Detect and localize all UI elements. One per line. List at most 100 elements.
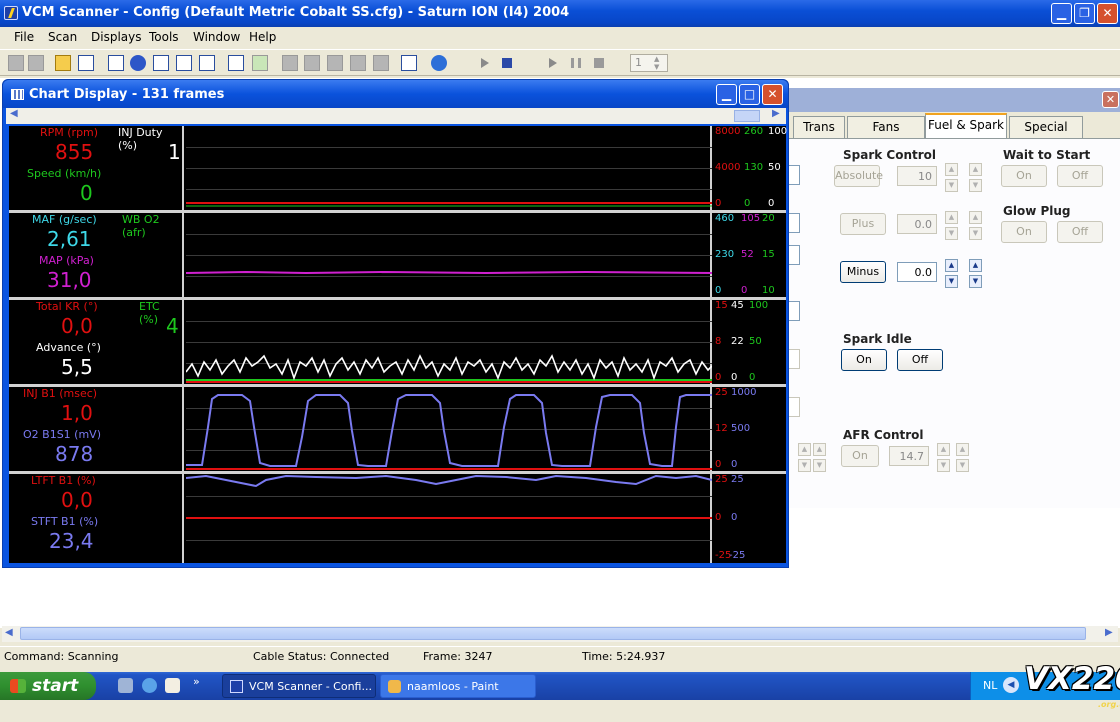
playback-icon[interactable] — [549, 58, 557, 68]
minus-down-spin[interactable]: ▼ — [945, 275, 958, 288]
chart-minimize-button[interactable]: ▁ — [716, 84, 737, 105]
partial-down-spin[interactable]: ▼ — [798, 459, 811, 472]
config-icon[interactable] — [401, 55, 417, 71]
open-disabled-icon[interactable] — [304, 55, 320, 71]
chart-horizontal-scrollbar[interactable]: ◀ ▶ — [6, 108, 786, 124]
absolute-value-field[interactable]: 10 — [897, 166, 937, 186]
document-icon[interactable] — [350, 55, 366, 71]
plus-value-field[interactable]: 0.0 — [897, 214, 937, 234]
stop-icon[interactable] — [502, 58, 512, 68]
language-indicator[interactable]: NL — [983, 679, 997, 692]
partial-field[interactable] — [789, 349, 800, 369]
absolute-up-spin-2[interactable]: ▲ — [969, 163, 982, 176]
dashboard-icon[interactable] — [199, 55, 215, 71]
absolute-down-spin-2[interactable]: ▼ — [969, 179, 982, 192]
afr-down-spin-2[interactable]: ▼ — [956, 459, 969, 472]
scroll-right-icon[interactable]: ▶ — [772, 108, 780, 119]
menu-help[interactable]: Help — [249, 30, 276, 44]
plus-button[interactable]: Plus — [840, 213, 886, 235]
play-icon[interactable] — [481, 58, 489, 68]
task-vcm-scanner[interactable]: VCM Scanner - Confi... — [222, 674, 376, 698]
config-close-button[interactable]: ✕ — [1102, 91, 1119, 108]
menu-file[interactable]: File — [14, 30, 34, 44]
task-paint[interactable]: naamloos - Paint — [380, 674, 536, 698]
tab-fuel-spark[interactable]: Fuel & Spark — [925, 113, 1007, 139]
plus-down-spin[interactable]: ▼ — [945, 227, 958, 240]
minus-up-spin-2[interactable]: ▲ — [969, 259, 982, 272]
partial-field[interactable] — [789, 301, 800, 321]
show-desktop-icon[interactable] — [118, 678, 133, 693]
tab-special[interactable]: Special — [1009, 116, 1083, 138]
gauge-icon[interactable] — [130, 55, 146, 71]
chart-close-button[interactable]: ✕ — [762, 84, 783, 105]
frame-counter-spinner[interactable]: ▲ ▼ — [654, 55, 659, 71]
plus-down-spin-2[interactable]: ▼ — [969, 227, 982, 240]
absolute-button[interactable]: Absolute — [834, 165, 883, 187]
scroll-right-icon[interactable]: ▶ — [1105, 627, 1113, 638]
partial-field[interactable] — [789, 165, 800, 185]
tool-1-icon[interactable] — [282, 55, 298, 71]
plus-up-spin[interactable]: ▲ — [945, 211, 958, 224]
open-folder-icon[interactable] — [55, 55, 71, 71]
spark-idle-off-button[interactable]: Off — [897, 349, 943, 371]
partial-field[interactable] — [789, 213, 800, 233]
quicklaunch-expand-icon[interactable]: » — [193, 675, 200, 688]
minus-value-field[interactable]: 0.0 — [897, 262, 937, 282]
tab-fans[interactable]: Fans — [847, 116, 925, 138]
absolute-down-spin[interactable]: ▼ — [945, 179, 958, 192]
afr-value-field[interactable]: 14.7 — [889, 446, 929, 466]
vehicle-icon[interactable] — [228, 55, 244, 71]
afr-up-spin[interactable]: ▲ — [937, 443, 950, 456]
partial-up-spin[interactable]: ▲ — [798, 443, 811, 456]
frame-counter-input[interactable]: 1 — [630, 54, 668, 72]
scale-label: 52 — [741, 249, 754, 260]
glow-off-button[interactable]: Off — [1057, 221, 1103, 243]
minus-down-spin-2[interactable]: ▼ — [969, 275, 982, 288]
copy-icon[interactable] — [373, 55, 389, 71]
menu-window[interactable]: Window — [193, 30, 240, 44]
minus-up-spin[interactable]: ▲ — [945, 259, 958, 272]
start-button[interactable]: start — [0, 672, 96, 700]
chart-icon[interactable] — [153, 55, 169, 71]
menu-displays[interactable]: Displays — [91, 30, 141, 44]
partial-down-spin-2[interactable]: ▼ — [813, 459, 826, 472]
save-disabled-icon[interactable] — [327, 55, 343, 71]
afr-down-spin[interactable]: ▼ — [937, 459, 950, 472]
playback-stop-icon[interactable] — [594, 58, 604, 68]
plus-up-spin-2[interactable]: ▲ — [969, 211, 982, 224]
scroll-thumb[interactable] — [734, 110, 760, 122]
tab-trans[interactable]: Trans — [793, 116, 845, 138]
partial-field[interactable] — [789, 245, 800, 265]
scroll-thumb[interactable] — [20, 627, 1086, 640]
scroll-left-icon[interactable]: ◀ — [10, 108, 18, 119]
afr-up-spin-2[interactable]: ▲ — [956, 443, 969, 456]
glow-on-button[interactable]: On — [1001, 221, 1047, 243]
afr-on-button[interactable]: On — [841, 445, 879, 467]
tray-collapse-icon[interactable]: ◀ — [1003, 677, 1019, 693]
wait-off-button[interactable]: Off — [1057, 165, 1103, 187]
absolute-up-spin[interactable]: ▲ — [945, 163, 958, 176]
partial-field[interactable] — [789, 397, 800, 417]
close-button[interactable]: ✕ — [1097, 3, 1118, 24]
info-icon[interactable] — [431, 55, 447, 71]
scroll-left-icon[interactable]: ◀ — [5, 627, 13, 638]
disconnect-icon[interactable] — [28, 55, 44, 71]
restore-button[interactable]: ❐ — [1074, 3, 1095, 24]
table-icon[interactable] — [108, 55, 124, 71]
grid-icon[interactable] — [176, 55, 192, 71]
spark-idle-on-button[interactable]: On — [841, 349, 887, 371]
menu-scan[interactable]: Scan — [48, 30, 77, 44]
partial-up-spin-2[interactable]: ▲ — [813, 443, 826, 456]
connect-icon[interactable] — [8, 55, 24, 71]
internet-explorer-icon[interactable] — [142, 678, 157, 693]
save-icon[interactable] — [78, 55, 94, 71]
on-off-icon[interactable] — [252, 55, 268, 71]
minimize-button[interactable]: ▁ — [1051, 3, 1072, 24]
minus-button[interactable]: Minus — [840, 261, 886, 283]
main-horizontal-scrollbar[interactable]: ◀ ▶ — [2, 626, 1118, 642]
paint-quicklaunch-icon[interactable] — [165, 678, 180, 693]
wait-on-button[interactable]: On — [1001, 165, 1047, 187]
chart-maximize-button[interactable]: □ — [739, 84, 760, 105]
menu-tools[interactable]: Tools — [149, 30, 179, 44]
pause-icon[interactable] — [571, 58, 581, 68]
